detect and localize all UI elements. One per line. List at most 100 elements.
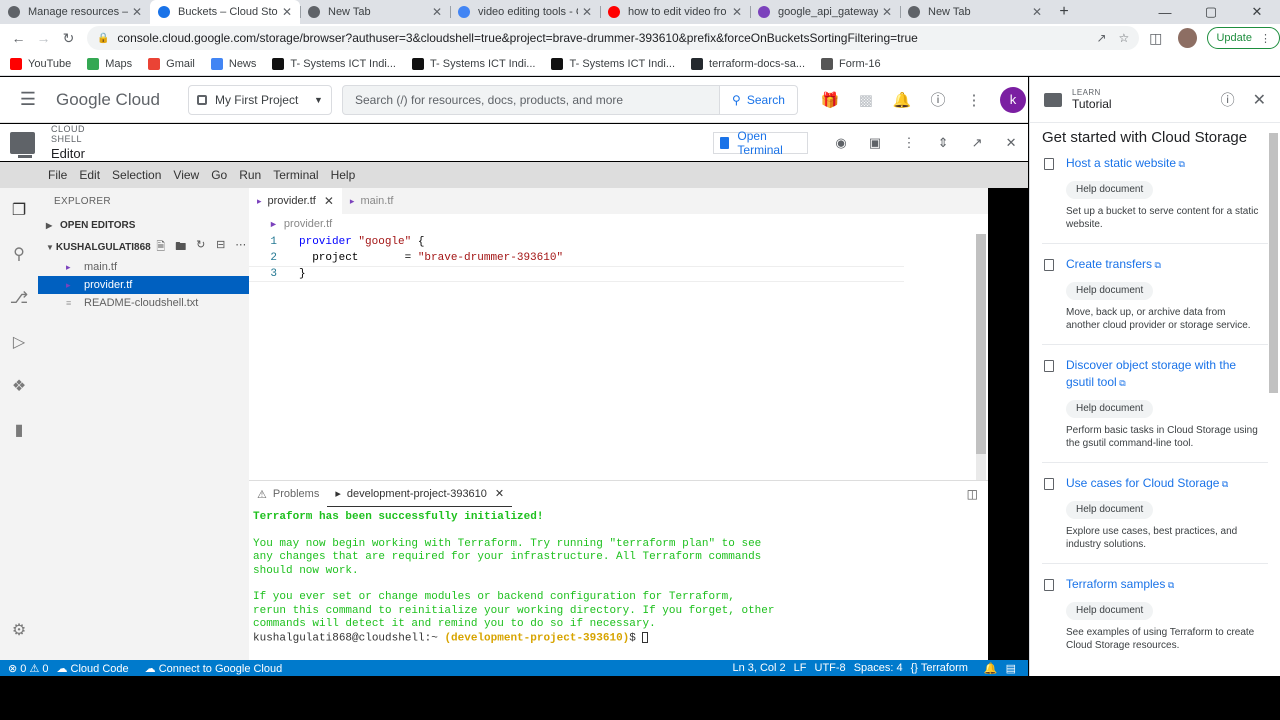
terminal-output[interactable]: Terraform has been successfully initiali… — [249, 507, 988, 645]
tutorial-link[interactable]: Create transfers ⧉ — [1066, 256, 1256, 274]
cloud-shell-icon[interactable]: ▩ — [848, 91, 884, 109]
split-panel-icon[interactable]: ◫ — [967, 487, 978, 501]
browser-tab[interactable]: how to edit video fro ✕ — [600, 0, 750, 24]
update-button[interactable]: Update ⋮ — [1207, 27, 1280, 49]
cloud-code-icon[interactable]: ❖ — [0, 364, 38, 408]
menu-item-help[interactable]: Help — [331, 168, 356, 182]
project-selector[interactable]: My First Project ▼ — [187, 84, 332, 115]
google-cloud-logo[interactable]: Google Cloud — [56, 90, 160, 110]
feedback-icon[interactable]: ▤ — [1006, 662, 1016, 675]
bookmark-item[interactable]: Form-16 — [821, 57, 881, 70]
source-control-icon[interactable]: ⎇ — [0, 276, 38, 320]
cursor-position[interactable]: Ln 3, Col 2 — [732, 662, 785, 675]
help-icon[interactable]: ⓘ — [920, 89, 956, 110]
editor-scrollbar-thumb[interactable] — [976, 234, 986, 454]
terminal-tab[interactable]: ▸ development-project-393610 ✕ — [327, 481, 513, 507]
code-area[interactable]: 1 provider "google" {2 project = "brave-d… — [249, 234, 975, 282]
search-view-icon[interactable]: ⚲ — [0, 232, 38, 276]
collapse-all-icon[interactable]: ⊟ — [211, 238, 231, 257]
tutorial-link[interactable]: Use cases for Cloud Storage ⧉ — [1066, 475, 1256, 493]
menu-item-file[interactable]: File — [48, 168, 67, 182]
forward-icon[interactable]: → — [31, 30, 56, 46]
menu-item-run[interactable]: Run — [239, 168, 261, 182]
new-folder-icon[interactable]: 🖿 — [171, 238, 191, 257]
close-terminal-tab-icon[interactable]: ✕ — [495, 487, 504, 500]
close-editor-tab-icon[interactable]: ✕ — [324, 194, 334, 208]
language-mode[interactable]: {} Terraform — [911, 662, 976, 675]
bookmark-star-icon[interactable]: ☆ — [1119, 31, 1130, 45]
connect-status[interactable]: ☁ Connect to Google Cloud — [145, 662, 291, 675]
tutorial-scrollbar[interactable] — [1269, 133, 1278, 673]
open-new-window-icon[interactable]: ↗ — [960, 135, 994, 151]
open-editors-section[interactable]: ▶ OPEN EDITORS — [38, 214, 249, 236]
close-tab-icon[interactable]: ✕ — [582, 5, 592, 19]
refresh-icon[interactable]: ↻ — [191, 238, 211, 257]
bookmark-item[interactable]: T- Systems ICT Indi... — [551, 57, 675, 70]
close-shell-icon[interactable]: ✕ — [994, 135, 1028, 151]
line-text[interactable]: project = "brave-drummer-393610" — [285, 252, 563, 264]
problems-tab[interactable]: ⚠ Problems — [249, 481, 327, 507]
info-icon[interactable]: ⓘ — [1221, 90, 1235, 110]
url-bar[interactable]: 🔒 console.cloud.google.com/storage/brows… — [86, 26, 1140, 50]
breadcrumb-file[interactable]: provider.tf — [284, 218, 332, 230]
browser-tab[interactable]: Buckets – Cloud Stora ✕ — [150, 0, 300, 24]
indentation-indicator[interactable]: Spaces: 4 — [854, 662, 903, 675]
more-icon[interactable]: ⋮ — [1260, 32, 1271, 45]
menu-item-view[interactable]: View — [173, 168, 199, 182]
hamburger-menu-icon[interactable]: ☰ — [0, 89, 56, 110]
settings-gear-icon[interactable]: ⚙ — [0, 608, 38, 652]
problems-count[interactable]: ⊗ 0 ⚠ 0 — [8, 662, 48, 675]
browser-tab[interactable]: google_api_gateway_ ✕ — [750, 0, 900, 24]
code-line[interactable]: 3} — [249, 266, 904, 282]
code-line[interactable]: 1 provider "google" { — [249, 234, 975, 250]
preview-icon[interactable]: ◉ — [824, 135, 858, 151]
close-tab-icon[interactable]: ✕ — [1032, 5, 1042, 19]
bookmark-item[interactable]: Gmail — [148, 57, 195, 70]
close-tab-icon[interactable]: ✕ — [882, 5, 892, 19]
bookmark-item[interactable]: Maps — [87, 57, 132, 70]
menu-item-selection[interactable]: Selection — [112, 168, 161, 182]
menu-item-terminal[interactable]: Terminal — [273, 168, 318, 182]
eol-indicator[interactable]: LF — [794, 662, 807, 675]
file-item[interactable]: ≡ README-cloudshell.txt — [38, 294, 249, 312]
menu-item-edit[interactable]: Edit — [79, 168, 100, 182]
lock-icon[interactable]: 🔒 — [97, 33, 109, 44]
back-icon[interactable]: ← — [6, 30, 31, 46]
close-tutorial-icon[interactable]: ✕ — [1253, 90, 1266, 110]
account-avatar[interactable]: k — [999, 86, 1026, 113]
menu-item-go[interactable]: Go — [211, 168, 227, 182]
tutorial-link[interactable]: Host a static website ⧉ — [1066, 155, 1256, 173]
terminal-prompt-line[interactable]: kushalgulati868@cloudshell:~ (developmen… — [253, 631, 988, 646]
expand-icon[interactable]: ⇕ — [926, 135, 960, 151]
search-button[interactable]: ⚲ Search — [719, 84, 798, 115]
search-input[interactable]: Search (/) for resources, docs, products… — [341, 84, 720, 115]
browser-tab[interactable]: Manage resources – M ✕ — [0, 0, 150, 24]
profile-avatar[interactable] — [1178, 28, 1198, 48]
close-tab-icon[interactable]: ✕ — [732, 5, 742, 19]
cloud-code-status[interactable]: ☁ Cloud Code — [56, 662, 136, 675]
reload-icon[interactable]: ↻ — [56, 30, 81, 47]
tutorial-link[interactable]: Terraform samples ⧉ — [1066, 576, 1256, 594]
layout-icon[interactable]: ▣ — [858, 135, 892, 151]
more-options-icon[interactable]: ⋮ — [956, 91, 992, 109]
bookmark-item[interactable]: T- Systems ICT Indi... — [272, 57, 396, 70]
maximize-button[interactable]: ▢ — [1188, 0, 1234, 24]
line-text[interactable]: } — [285, 268, 306, 280]
close-tab-icon[interactable]: ✕ — [282, 5, 292, 19]
open-terminal-button[interactable]: Open Terminal — [712, 129, 809, 157]
editor-tab[interactable]: ▸ main.tf — [342, 188, 402, 214]
editor-tab[interactable]: ▸ provider.tf ✕ — [249, 188, 342, 214]
editor-scrollbar[interactable] — [976, 234, 986, 480]
terraform-icon[interactable]: ▮ — [0, 408, 38, 452]
bookmark-item[interactable]: T- Systems ICT Indi... — [411, 57, 535, 70]
browser-tab[interactable]: video editing tools - G ✕ — [450, 0, 600, 24]
more-vert-icon[interactable]: ⋮ — [892, 135, 926, 151]
sidepanel-icon[interactable]: ◫ — [1143, 30, 1168, 47]
code-line[interactable]: 2 project = "brave-drummer-393610" — [249, 250, 975, 266]
workspace-section[interactable]: ▼ KUSHALGULATI868 🗎 🖿 ↻ ⊟ ⋯ — [38, 236, 249, 258]
close-tab-icon[interactable]: ✕ — [132, 5, 142, 19]
new-tab-button[interactable]: + — [1050, 0, 1078, 24]
close-window-button[interactable]: ✕ — [1234, 0, 1280, 24]
close-tab-icon[interactable]: ✕ — [432, 5, 442, 19]
run-debug-icon[interactable]: ▷ — [0, 320, 38, 364]
